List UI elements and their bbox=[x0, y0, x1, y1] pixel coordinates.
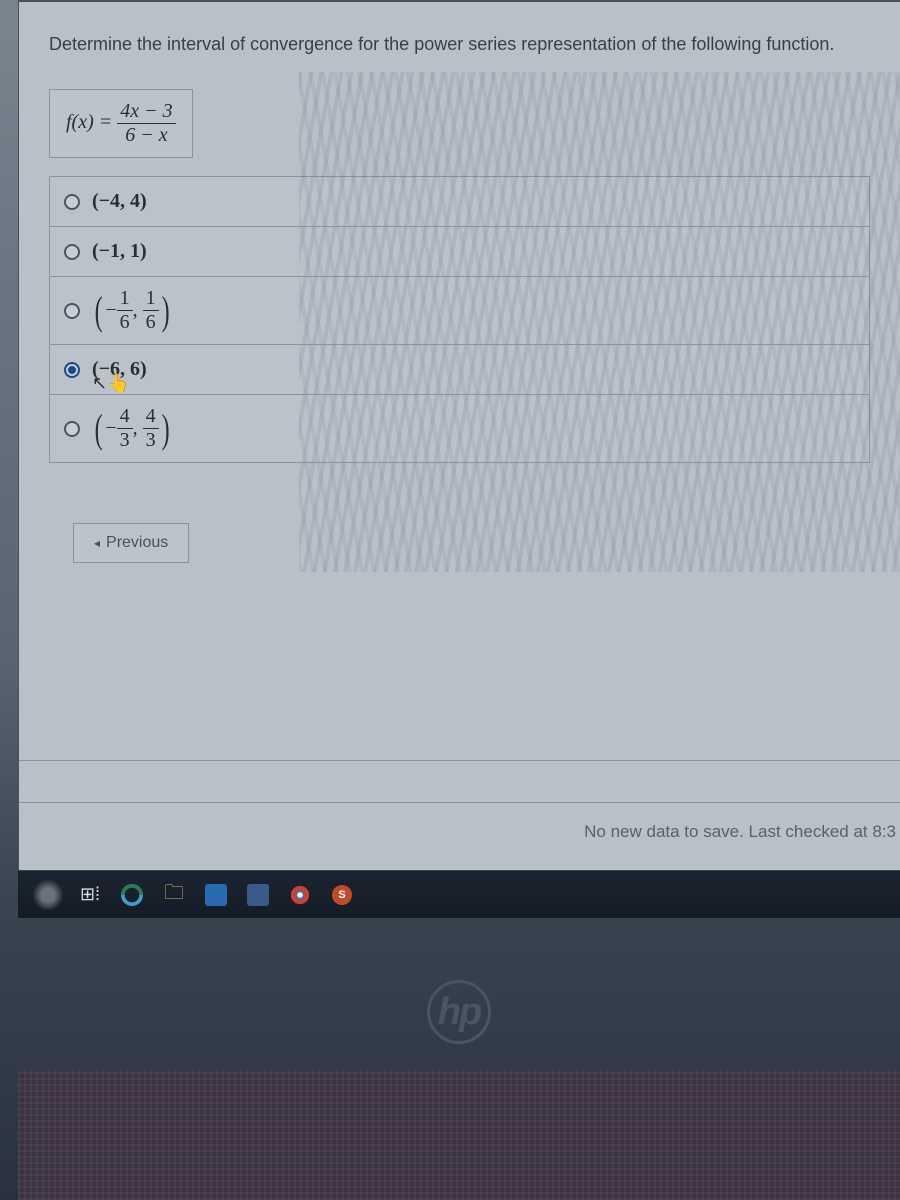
formula-lhs: f(x) = bbox=[66, 111, 112, 133]
autosave-status: No new data to save. Last checked at 8:3 bbox=[584, 822, 900, 842]
function-formula: f(x) = 4x − 3 6 − x bbox=[49, 89, 193, 158]
option-b[interactable]: (−1, 1) bbox=[50, 227, 869, 277]
radio-icon bbox=[64, 421, 80, 437]
formula-denominator: 6 − x bbox=[117, 124, 175, 147]
edge-browser-icon[interactable] bbox=[116, 879, 148, 911]
option-label: (−6, 6) bbox=[92, 358, 147, 381]
microsoft-store-icon[interactable] bbox=[200, 879, 232, 911]
app-s-icon[interactable]: S bbox=[326, 879, 358, 911]
option-c[interactable]: ( −16 , 16 ) bbox=[50, 277, 869, 345]
option-label: (−4, 4) bbox=[92, 190, 147, 213]
divider bbox=[19, 760, 900, 761]
radio-icon bbox=[64, 194, 80, 210]
start-button[interactable] bbox=[32, 879, 64, 911]
formula-numerator: 4x − 3 bbox=[117, 100, 175, 124]
file-explorer-icon[interactable]: 🗀 bbox=[158, 879, 190, 911]
question-prompt: Determine the interval of convergence fo… bbox=[19, 2, 900, 69]
formula-fraction: 4x − 3 6 − x bbox=[117, 100, 175, 147]
radio-icon-selected bbox=[64, 362, 80, 378]
previous-label: Previous bbox=[106, 534, 168, 551]
monitor-viewport: Determine the interval of convergence fo… bbox=[18, 0, 900, 1200]
option-label: ( −16 , 16 ) bbox=[92, 287, 172, 334]
option-a[interactable]: (−4, 4) bbox=[50, 177, 869, 227]
option-d[interactable]: (−6, 6) ↖👆 bbox=[50, 345, 869, 395]
quiz-page: Determine the interval of convergence fo… bbox=[18, 0, 900, 870]
fabric-surface bbox=[18, 1070, 900, 1200]
chevron-left-icon: ◂ bbox=[94, 536, 100, 550]
option-label: ( −43 , 43 ) bbox=[92, 405, 172, 452]
app-icon[interactable] bbox=[242, 879, 274, 911]
windows-taskbar: ⊞⁞ 🗀 S bbox=[18, 870, 900, 918]
task-view-icon[interactable]: ⊞⁞ bbox=[74, 879, 106, 911]
divider bbox=[19, 802, 900, 803]
previous-button[interactable]: ◂ Previous bbox=[73, 523, 189, 563]
option-e[interactable]: ( −43 , 43 ) bbox=[50, 395, 869, 463]
radio-icon bbox=[64, 244, 80, 260]
option-label: (−1, 1) bbox=[92, 240, 147, 263]
answer-options: (−4, 4) (−1, 1) ( −16 , 16 ) (−6, 6) bbox=[49, 176, 870, 463]
radio-icon bbox=[64, 303, 80, 319]
chrome-browser-icon[interactable] bbox=[284, 879, 316, 911]
hp-logo: hp bbox=[18, 980, 900, 1044]
